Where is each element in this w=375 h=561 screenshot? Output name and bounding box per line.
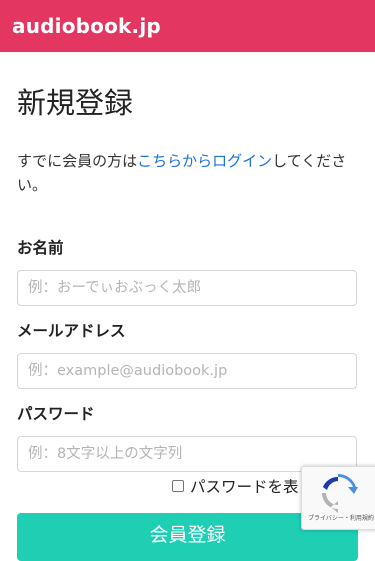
email-input[interactable] xyxy=(17,353,357,389)
page-title: 新規登録 xyxy=(17,86,134,120)
app-header: audiobook.jp xyxy=(0,0,375,52)
intro-text: すでに会員の方はこちらからログインしてください。 xyxy=(17,149,362,197)
name-label: お名前 xyxy=(17,239,64,257)
email-label: メールアドレス xyxy=(17,322,126,340)
recaptcha-badge[interactable]: プライバシー・利用規約 xyxy=(301,466,375,530)
login-link[interactable]: こちらからログイン xyxy=(137,152,272,170)
recaptcha-footer[interactable]: プライバシー・利用規約 xyxy=(308,515,374,523)
intro-text-before: すでに会員の方は xyxy=(17,152,138,170)
name-input[interactable] xyxy=(17,270,357,306)
show-password-label: パスワードを表 xyxy=(190,478,299,496)
logo[interactable]: audiobook.jp xyxy=(12,13,161,39)
password-label: パスワード xyxy=(17,405,95,423)
show-password-toggle[interactable]: パスワードを表 xyxy=(172,475,299,497)
recaptcha-icon xyxy=(322,474,358,513)
show-password-checkbox[interactable] xyxy=(172,480,184,492)
